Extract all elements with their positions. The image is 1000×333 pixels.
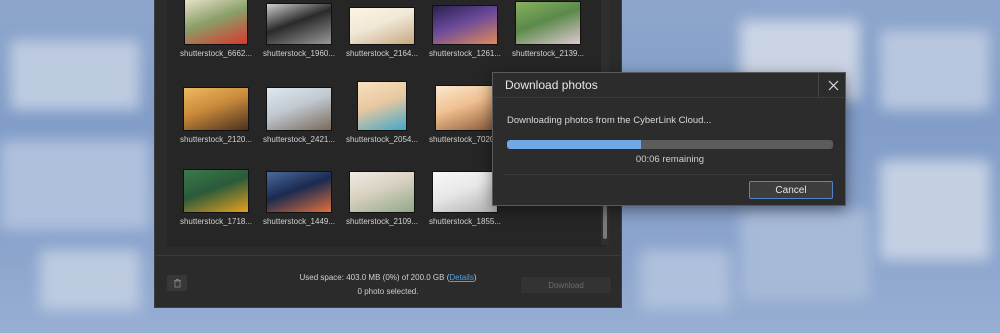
photo-label: shutterstock_2054... — [345, 135, 419, 144]
time-remaining: 00:06 remaining — [635, 154, 705, 165]
dialog-message: Downloading photos from the CyberLink Cl… — [507, 115, 712, 126]
photo-image — [349, 171, 415, 213]
title-separator — [818, 73, 819, 97]
photo-label: shutterstock_1718... — [179, 217, 253, 226]
progress-bar — [507, 140, 833, 149]
photo-label: shutterstock_2139... — [511, 49, 585, 58]
photo-label: shutterstock_1855... — [428, 217, 502, 226]
close-button[interactable] — [824, 76, 842, 94]
photo-label: shutterstock_1449... — [262, 217, 336, 226]
photo-thumbnail[interactable]: shutterstock_1960... — [258, 0, 340, 58]
photo-thumbnail[interactable]: shutterstock_6662... — [175, 0, 257, 58]
photo-label: shutterstock_2109... — [345, 217, 419, 226]
photo-label: shutterstock_6662... — [179, 49, 253, 58]
photo-label: shutterstock_2164... — [345, 49, 419, 58]
cancel-button[interactable]: Cancel — [749, 181, 833, 199]
photo-image — [183, 87, 249, 131]
photo-thumbnail[interactable]: shutterstock_1449... — [258, 161, 340, 226]
photo-image — [266, 171, 332, 213]
photo-image — [266, 3, 332, 45]
photo-image — [432, 171, 498, 213]
storage-text: Used space: 403.0 MB (0%) of 200.0 GB ( — [299, 273, 450, 282]
photo-image — [183, 169, 249, 213]
photo-thumbnail[interactable]: shutterstock_2421... — [258, 79, 340, 144]
titlebar-divider — [493, 97, 845, 98]
photo-label: shutterstock_1960... — [262, 49, 336, 58]
photo-thumbnail[interactable]: shutterstock_1718... — [175, 161, 257, 226]
photo-image — [435, 85, 495, 131]
button-divider — [505, 174, 833, 175]
photo-image — [266, 87, 332, 131]
photo-label: shutterstock_2120... — [179, 135, 253, 144]
photo-label: shutterstock_1261... — [428, 49, 502, 58]
panel-divider — [155, 255, 621, 256]
storage-close: ) — [473, 273, 477, 282]
photo-image — [349, 7, 415, 45]
download-button[interactable]: Download — [521, 277, 611, 293]
photo-thumbnail[interactable]: shutterstock_2139... — [507, 0, 589, 58]
photo-thumbnail[interactable]: shutterstock_1261... — [424, 0, 506, 58]
close-icon — [828, 80, 838, 90]
photo-thumbnail[interactable]: shutterstock_2120... — [175, 79, 257, 144]
photo-image — [184, 0, 248, 45]
dialog-title: Download photos — [505, 78, 598, 92]
photo-thumbnail[interactable]: shutterstock_2164... — [341, 0, 423, 58]
progress-fill — [507, 140, 641, 149]
download-dialog: Download photos Downloading photos from … — [492, 72, 846, 206]
scrollbar-thumb[interactable] — [603, 205, 607, 239]
photo-image — [357, 81, 407, 131]
photo-thumbnail[interactable]: shutterstock_2054... — [341, 79, 423, 144]
photo-image — [515, 1, 581, 45]
photo-thumbnail[interactable]: shutterstock_2109... — [341, 161, 423, 226]
photo-label: shutterstock_2421... — [262, 135, 336, 144]
details-link[interactable]: Details — [449, 273, 473, 282]
photo-image — [432, 5, 498, 45]
